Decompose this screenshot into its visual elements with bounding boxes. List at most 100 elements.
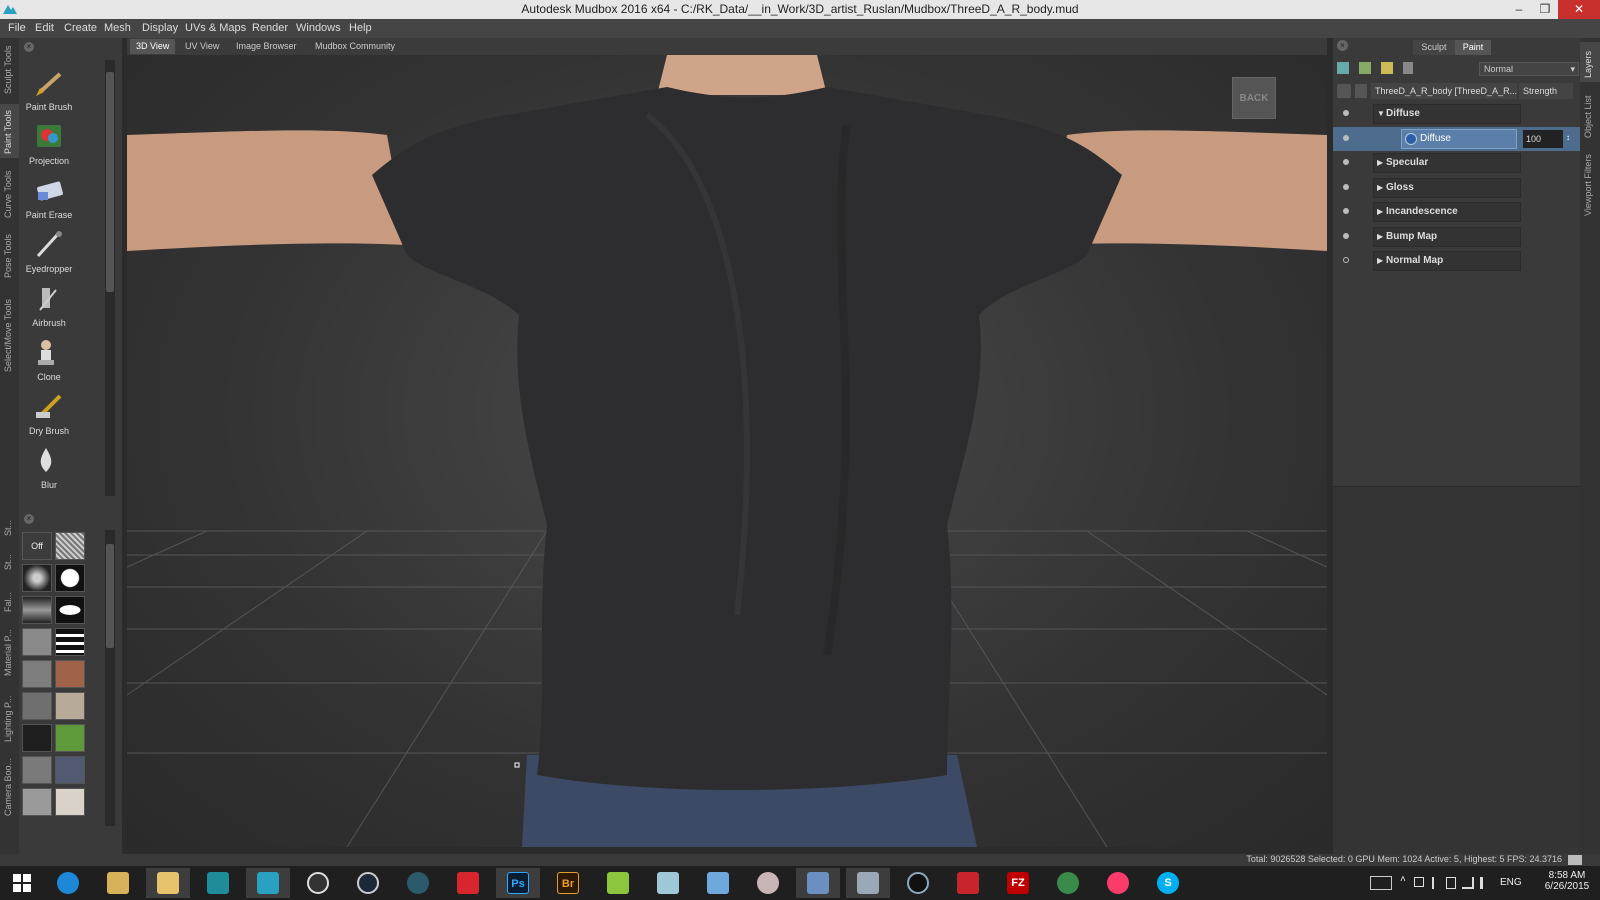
taskbar-file-manager[interactable] — [596, 868, 640, 898]
tab-paint-tools[interactable]: Paint Tools — [0, 104, 19, 158]
tool-paint-brush[interactable]: Paint Brush — [22, 68, 76, 120]
taskbar-maya-lt[interactable] — [196, 868, 240, 898]
stamp-tray-scrollbar[interactable] — [105, 530, 115, 826]
material-brick[interactable] — [55, 660, 85, 688]
taskbar-paint[interactable] — [746, 868, 790, 898]
stamp-stripes[interactable] — [55, 628, 85, 656]
taskbar-itunes[interactable] — [1096, 868, 1140, 898]
status-panel-icon[interactable] — [1568, 855, 1582, 865]
stamp-ellipse[interactable] — [55, 596, 85, 624]
view-cube-back[interactable]: BACK — [1232, 77, 1276, 119]
taskbar-screen-recorder[interactable] — [896, 868, 940, 898]
tool-clone[interactable]: Clone — [22, 338, 76, 390]
taskbar-folder[interactable] — [146, 868, 190, 898]
visibility-dot-icon[interactable] — [1343, 208, 1349, 214]
menu-create[interactable]: Create — [64, 22, 97, 34]
material-metal[interactable] — [22, 788, 52, 816]
taskbar-notes[interactable] — [646, 868, 690, 898]
strength-slider-icon[interactable]: ↕ — [1566, 133, 1574, 145]
tab-3d-view[interactable]: 3D View — [130, 39, 176, 54]
material-grass[interactable] — [55, 724, 85, 752]
battery-icon[interactable] — [1446, 877, 1456, 889]
tab-layers[interactable]: Layers — [1580, 42, 1600, 82]
layer-diffuse-selected[interactable]: Diffuse 100 ↕ — [1333, 127, 1580, 151]
collapse-icon[interactable]: × — [24, 42, 34, 52]
tab-lighting-presets[interactable]: Lighting P... — [0, 684, 19, 746]
tab-stencil[interactable]: St... — [0, 544, 19, 574]
material-stone[interactable] — [22, 660, 52, 688]
tab-uv-view[interactable]: UV View — [179, 39, 225, 54]
layer-group-incandescence[interactable]: ▶ Incandescence — [1333, 200, 1580, 224]
clock[interactable]: 8:58 AM 6/26/2015 — [1540, 870, 1594, 892]
visibility-dot-icon[interactable] — [1343, 257, 1349, 263]
tool-airbrush[interactable]: Airbrush — [22, 284, 76, 336]
tab-image-browser[interactable]: Image Browser — [230, 39, 303, 54]
start-button[interactable] — [0, 868, 44, 898]
layer-strength-input[interactable]: 100 — [1523, 130, 1563, 148]
tool-eyedropper[interactable]: Eyedropper — [22, 230, 76, 282]
taskbar-bridge[interactable]: Br — [546, 868, 590, 898]
tab-paint-layers[interactable]: Paint — [1455, 40, 1491, 55]
volume-icon[interactable] — [1480, 877, 1490, 889]
taskbar-skype[interactable]: S — [1146, 868, 1190, 898]
taskbar-photoshop[interactable]: Ps — [496, 868, 540, 898]
stamp-off[interactable]: Off — [22, 532, 52, 560]
menu-file[interactable]: File — [8, 22, 26, 34]
keyboard-icon[interactable] — [1370, 876, 1392, 890]
stamp-circle[interactable] — [55, 564, 85, 592]
taskbar-image-viewer[interactable] — [846, 868, 890, 898]
stamp-streak[interactable] — [22, 596, 52, 624]
menu-uvs-maps[interactable]: UVs & Maps — [185, 22, 246, 34]
tab-viewport-filters[interactable]: Viewport Filters — [1580, 148, 1600, 220]
tab-mudbox-community[interactable]: Mudbox Community — [309, 39, 401, 54]
visibility-dot-icon[interactable] — [1343, 184, 1349, 190]
taskbar-obs[interactable] — [296, 868, 340, 898]
language-indicator[interactable]: ENG — [1500, 877, 1522, 888]
tool-dry-brush[interactable]: Dry Brush — [22, 392, 76, 444]
delete-layer-icon[interactable] — [1403, 62, 1413, 74]
network-icon[interactable] — [1462, 877, 1474, 889]
visibility-dot-icon[interactable] — [1343, 135, 1349, 141]
tab-falloff[interactable]: Fal... — [0, 578, 19, 616]
taskbar-ccleaner[interactable] — [396, 868, 440, 898]
layer-group-normal-map[interactable]: ▶ Normal Map — [1333, 249, 1580, 273]
tab-object-list[interactable]: Object List — [1580, 88, 1600, 142]
tab-sculpt-layers[interactable]: Sculpt — [1413, 40, 1455, 55]
material-marble[interactable] — [55, 692, 85, 720]
menu-render[interactable]: Render — [252, 22, 288, 34]
blend-mode-select[interactable]: Normal ▾ — [1479, 62, 1579, 76]
material-concrete[interactable] — [22, 692, 52, 720]
tab-select-move-tools[interactable]: Select/Move Tools — [0, 290, 19, 376]
tab-curve-tools[interactable]: Curve Tools — [0, 166, 19, 222]
tool-projection[interactable]: Projection — [22, 122, 76, 174]
tray-chevron-up-icon[interactable]: ˄ — [1400, 874, 1406, 885]
visibility-dot-icon[interactable] — [1343, 233, 1349, 239]
folder-icon[interactable] — [1381, 62, 1393, 74]
stamp-gray[interactable] — [22, 628, 52, 656]
visibility-dot-icon[interactable] — [1343, 110, 1349, 116]
tab-sculpt-tools[interactable]: Sculpt Tools — [0, 42, 19, 98]
new-layer-icon[interactable] — [1337, 62, 1349, 74]
tab-stamp[interactable]: St... — [0, 516, 19, 540]
menu-help[interactable]: Help — [349, 22, 372, 34]
menu-windows[interactable]: Windows — [296, 22, 341, 34]
taskbar-remote-desktop[interactable] — [796, 868, 840, 898]
taskbar-filezilla[interactable]: FZ — [996, 868, 1040, 898]
menu-mesh[interactable]: Mesh — [104, 22, 131, 34]
menu-edit[interactable]: Edit — [35, 22, 54, 34]
material-fabric[interactable] — [55, 756, 85, 784]
tool-paint-erase[interactable]: Paint Erase — [22, 176, 76, 228]
minimize-button[interactable]: – — [1506, 0, 1532, 19]
layer-group-diffuse[interactable]: ▼ Diffuse — [1333, 102, 1580, 126]
layer-group-specular[interactable]: ▶ Specular — [1333, 151, 1580, 175]
stamp-splatter[interactable] — [22, 564, 52, 592]
stamp-noise[interactable] — [55, 532, 85, 560]
3d-viewport[interactable]: BACK — [127, 55, 1327, 847]
tool-tray-scrollbar[interactable] — [105, 60, 115, 496]
taskbar-pdf-reader[interactable] — [946, 868, 990, 898]
close-button[interactable]: ✕ — [1558, 0, 1600, 19]
tab-camera-bookmarks[interactable]: Camera Boo... — [0, 750, 19, 820]
restore-button[interactable]: ❐ — [1532, 0, 1558, 19]
flag-icon[interactable] — [1432, 877, 1440, 889]
taskbar-mudbox[interactable] — [246, 868, 290, 898]
